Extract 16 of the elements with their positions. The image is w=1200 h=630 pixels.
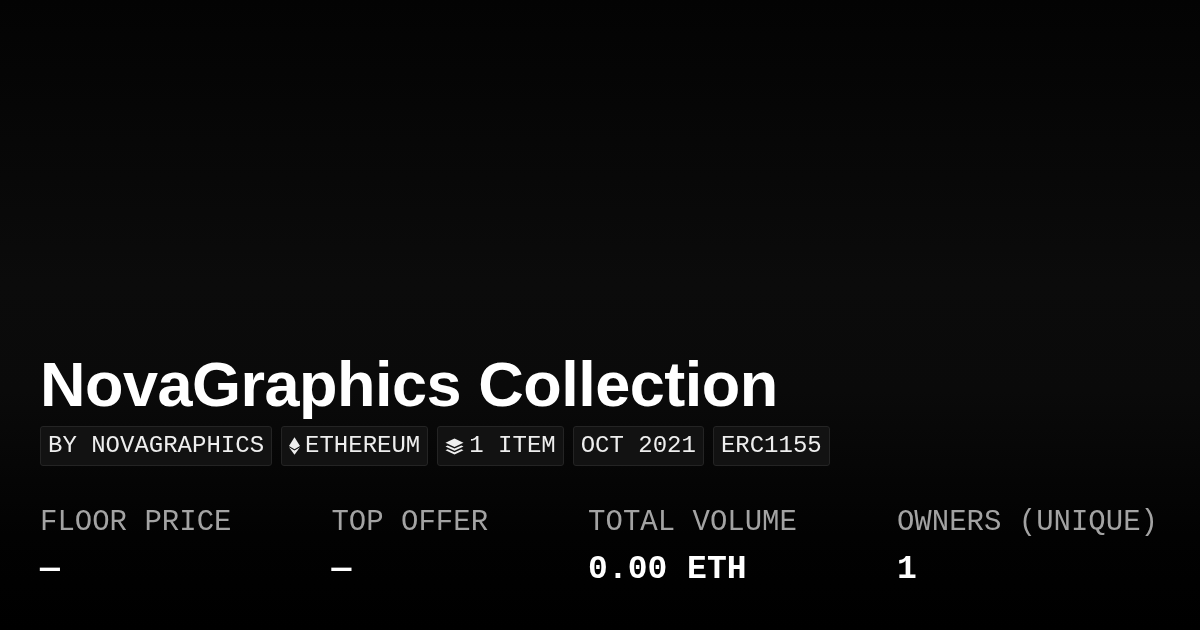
tag-label: ERC1155 [720, 432, 822, 460]
stat-label: OWNERS (UNIQUE) [896, 506, 1158, 540]
tag-label: ETHEREUM [305, 432, 421, 460]
stat-value: — [331, 550, 352, 590]
stat-label: TOP OFFER [331, 506, 489, 540]
diamond-icon [289, 437, 301, 455]
tag-label: BY NOVAGRAPHICS [48, 432, 265, 460]
stat-label: FLOOR PRICE [40, 506, 232, 540]
collection-title: NovaGraphics Collection [40, 348, 778, 420]
stat-label: TOTAL VOLUME [588, 506, 797, 540]
stat-value: — [40, 550, 60, 590]
stat-value: 0.00 ETH [588, 550, 747, 590]
layers-icon [445, 437, 465, 455]
tag-label: OCT 2021 [580, 432, 696, 460]
stat-value: 1 [896, 550, 917, 590]
tag-label: 1 ITEM [469, 432, 556, 460]
